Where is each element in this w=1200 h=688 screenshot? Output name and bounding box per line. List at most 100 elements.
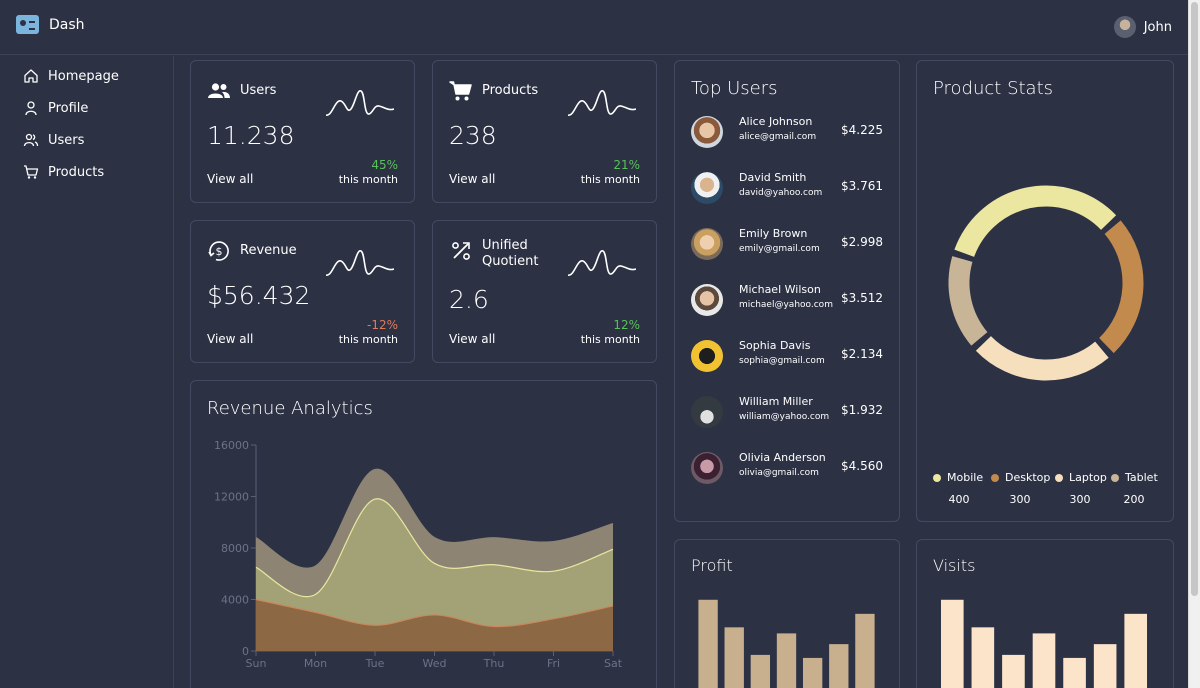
donut-slice-laptop[interactable] (975, 335, 1109, 381)
app-title: Dash (49, 16, 85, 33)
legend-item-tablet[interactable]: Tablet (1111, 471, 1158, 484)
x-tick-label: Mon (304, 657, 327, 670)
bar[interactable] (971, 627, 995, 688)
avatar (691, 116, 723, 148)
sparkline (326, 250, 394, 276)
legend-item-mobile[interactable]: Mobile (933, 471, 983, 484)
stat-change: 12% (613, 318, 640, 332)
x-tick-label: Sun (246, 657, 267, 670)
sidebar-item-homepage[interactable]: Homepage (0, 60, 173, 92)
legend-item-laptop[interactable]: Laptop (1055, 471, 1107, 484)
view-all-link[interactable]: View all (449, 332, 495, 346)
page-scrollbar[interactable] (1188, 0, 1200, 688)
legend-item-desktop[interactable]: Desktop (991, 471, 1050, 484)
bar[interactable] (802, 657, 823, 688)
stat-value: 2.6 (449, 285, 489, 314)
bar[interactable] (750, 654, 771, 688)
sidebar-item-products[interactable]: Products (0, 156, 173, 188)
card-title: Product Stats (933, 78, 1054, 99)
stat-period: this month (338, 333, 398, 346)
x-tick-label: Tue (365, 657, 385, 670)
stat-change: -12% (366, 318, 398, 332)
stat-value: $56.432 (207, 281, 311, 310)
sidebar-item-profile[interactable]: Profile (0, 92, 173, 124)
user-amount: $2.134 (841, 347, 883, 361)
bar[interactable] (776, 633, 797, 688)
avatar (691, 452, 723, 484)
user-amount: $4.560 (841, 459, 883, 473)
y-tick-label: 4000 (221, 594, 249, 607)
view-all-link[interactable]: View all (207, 332, 253, 346)
donut-slice-desktop[interactable] (1098, 220, 1144, 354)
list-item[interactable]: Michael Wilson michael@yahoo.com $3.512 (691, 281, 883, 321)
visits-card: Visits (916, 539, 1174, 688)
user-email: olivia@gmail.com (739, 468, 819, 478)
person-icon (25, 101, 37, 116)
visits-bar-chart (940, 599, 1148, 688)
bar[interactable] (855, 613, 875, 688)
x-tick-label: Sat (604, 657, 623, 670)
bar[interactable] (1063, 657, 1086, 688)
list-item[interactable]: Olivia Anderson olivia@gmail.com $4.560 (691, 449, 883, 489)
profit-card: Profit (674, 539, 900, 688)
app-logo[interactable]: Dash (16, 15, 85, 34)
sidebar-item-label: Users (48, 132, 85, 148)
avatar[interactable] (1113, 16, 1136, 38)
legend-value: 300 (1009, 493, 1031, 506)
user-menu[interactable]: John (1113, 16, 1172, 38)
sidebar-item-users[interactable]: Users (0, 124, 173, 156)
bar[interactable] (1032, 633, 1056, 688)
list-item[interactable]: Alice Johnson alice@gmail.com $4.225 (691, 113, 883, 153)
sidebar-item-label: Products (48, 164, 105, 180)
list-item[interactable]: Sophia Davis sophia@gmail.com $2.134 (691, 337, 883, 377)
bar[interactable] (698, 599, 718, 688)
bar[interactable] (940, 599, 964, 688)
scrollbar-thumb[interactable] (1191, 2, 1198, 596)
list-item[interactable]: William Miller william@yahoo.com $1.932 (691, 393, 883, 433)
avatar (691, 396, 723, 428)
donut-slice-tablet[interactable] (948, 256, 988, 346)
x-tick-label: Thu (483, 657, 505, 670)
list-item[interactable]: Emily Brown emily@gmail.com $2.998 (691, 225, 883, 265)
revenue-analytics-card: Revenue Analytics 0 4000 8000 12000 16000 Sun… (190, 380, 657, 688)
user-name: Michael Wilson (739, 283, 821, 296)
view-all-link[interactable]: View all (207, 172, 253, 186)
stat-title: Revenue (240, 243, 297, 258)
svg-text:$: $ (216, 245, 223, 258)
user-amount: $1.932 (841, 403, 883, 417)
view-all-link[interactable]: View all (449, 172, 495, 186)
list-item[interactable]: David Smith david@yahoo.com $3.761 (691, 169, 883, 209)
user-email: alice@gmail.com (739, 132, 817, 142)
stat-card-users: Users 11.238 View all 45% this month (190, 60, 415, 203)
user-name: Emily Brown (739, 227, 808, 240)
bar[interactable] (829, 644, 849, 688)
legend-value: 300 (1069, 493, 1091, 506)
stat-title: Users (240, 83, 277, 98)
bar[interactable] (1124, 613, 1148, 688)
user-amount: $3.512 (841, 291, 883, 305)
user-name: David Smith (739, 171, 807, 184)
y-tick-label: 16000 (214, 439, 249, 452)
stat-period: this month (580, 173, 640, 186)
stat-period: this month (338, 173, 398, 186)
donut-chart (948, 185, 1144, 381)
bar[interactable] (1093, 644, 1117, 688)
legend-value: 200 (1123, 493, 1145, 506)
avatar (691, 340, 723, 372)
bar[interactable] (724, 627, 744, 688)
donut-slice-mobile[interactable] (954, 185, 1117, 258)
stat-period: this month (580, 333, 640, 346)
users-icon (23, 133, 39, 147)
stat-title: Products (482, 83, 539, 98)
avatar (691, 284, 723, 316)
user-name: Olivia Anderson (739, 451, 826, 464)
id-card-icon (16, 15, 39, 34)
bar[interactable] (1002, 654, 1025, 688)
stat-change: 45% (371, 158, 398, 172)
user-email: michael@yahoo.com (739, 300, 833, 310)
user-amount: $2.998 (841, 235, 883, 249)
stat-title: Unified Quotient (482, 238, 539, 269)
x-tick-label: Wed (423, 657, 447, 670)
profit-bar-chart (698, 599, 875, 688)
sidebar: Homepage Profile Users Products (0, 56, 174, 688)
